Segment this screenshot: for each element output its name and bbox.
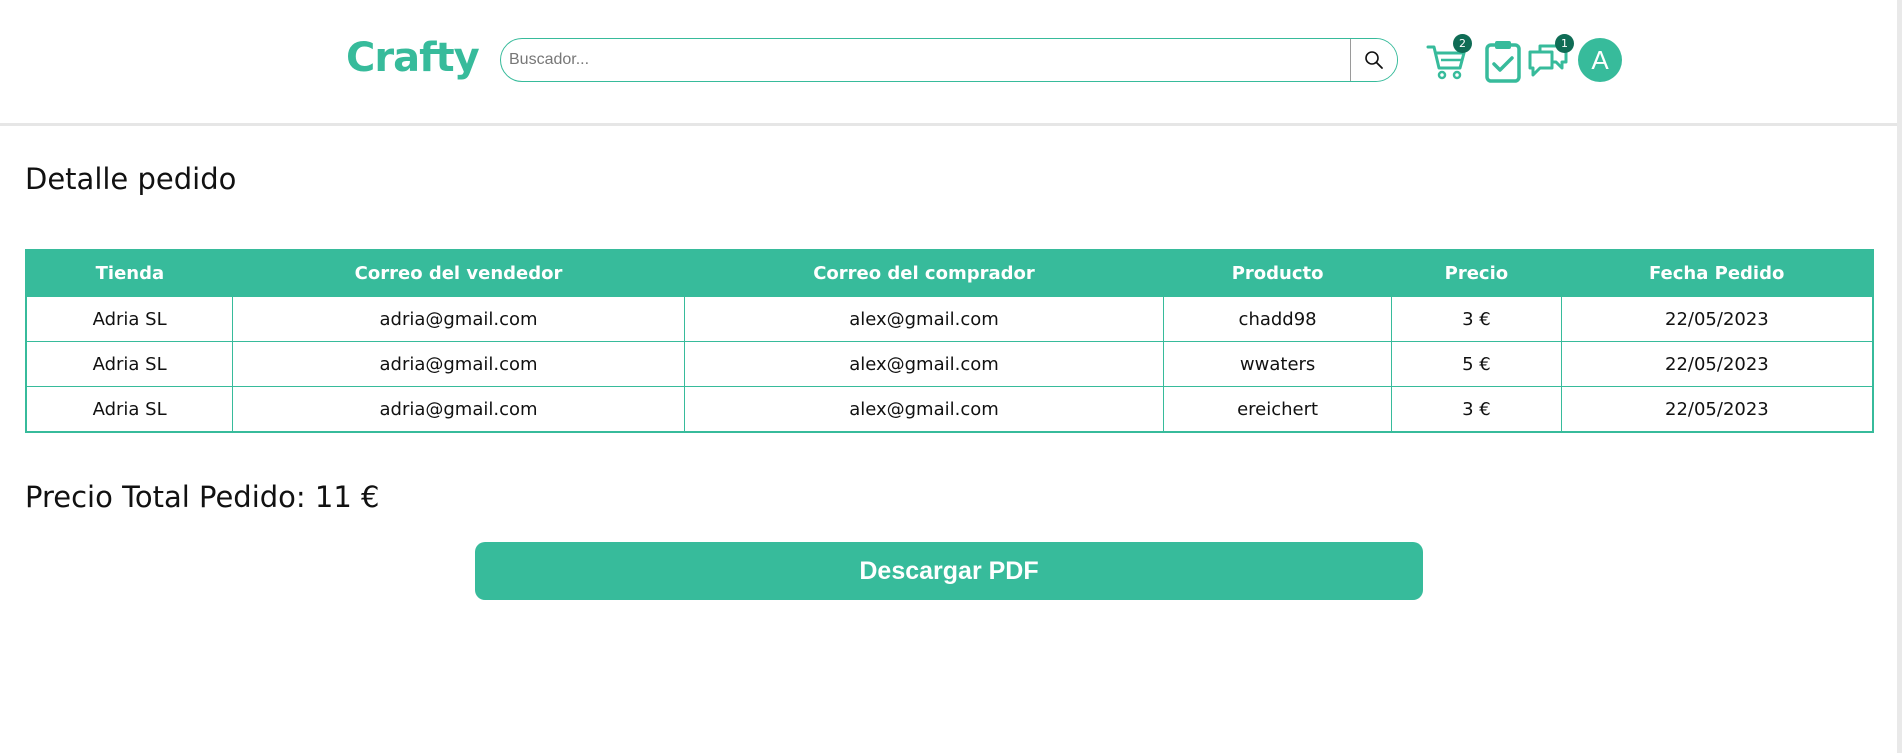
column-header-producto: Producto xyxy=(1163,250,1392,297)
cart-badge: 2 xyxy=(1453,34,1472,53)
page-scrollbar[interactable] xyxy=(1897,0,1902,753)
cell-fecha: 22/05/2023 xyxy=(1560,341,1874,387)
cell-correo-comprador: alex@gmail.com xyxy=(683,296,1165,342)
cell-correo-vendedor: adria@gmail.com xyxy=(232,386,685,433)
cell-producto: chadd98 xyxy=(1163,296,1392,342)
search-bar xyxy=(500,38,1398,82)
search-icon xyxy=(1365,51,1383,69)
table-row: Adria SL adria@gmail.com alex@gmail.com … xyxy=(25,341,1874,387)
page-title: Detalle pedido xyxy=(25,162,237,196)
cart-button[interactable]: 2 xyxy=(1424,34,1472,84)
logo-text: Crafty xyxy=(346,35,480,81)
cell-correo-comprador: alex@gmail.com xyxy=(683,341,1165,387)
search-button[interactable] xyxy=(1350,39,1397,81)
column-header-precio: Precio xyxy=(1391,250,1562,297)
table-row: Adria SL adria@gmail.com alex@gmail.com … xyxy=(25,296,1874,342)
cell-fecha: 22/05/2023 xyxy=(1560,296,1874,342)
cell-tienda: Adria SL xyxy=(25,386,234,433)
messages-badge: 1 xyxy=(1555,34,1574,53)
search-input[interactable] xyxy=(501,39,1350,81)
cell-tienda: Adria SL xyxy=(25,341,234,387)
clipboard-check-icon xyxy=(1485,41,1521,83)
crafty-logo[interactable]: Crafty xyxy=(346,33,480,83)
table-row: Adria SL adria@gmail.com alex@gmail.com … xyxy=(25,386,1874,433)
cell-correo-comprador: alex@gmail.com xyxy=(683,386,1165,433)
orders-button[interactable] xyxy=(1480,38,1526,84)
cell-producto: ereichert xyxy=(1163,386,1392,433)
column-header-correo-vendedor: Correo del vendedor xyxy=(232,250,685,297)
download-pdf-button[interactable]: Descargar PDF xyxy=(475,542,1423,600)
cell-fecha: 22/05/2023 xyxy=(1560,386,1874,433)
order-total: Precio Total Pedido: 11 € xyxy=(25,480,380,514)
order-detail-table: Tienda Correo del vendedor Correo del co… xyxy=(25,249,1874,433)
cell-correo-vendedor: adria@gmail.com xyxy=(232,341,685,387)
cell-precio: 3 € xyxy=(1390,386,1562,433)
column-header-fecha-pedido: Fecha Pedido xyxy=(1561,250,1873,297)
table-header-row: Tienda Correo del vendedor Correo del co… xyxy=(26,250,1873,297)
avatar[interactable]: A xyxy=(1578,38,1622,82)
cell-producto: wwaters xyxy=(1163,341,1392,387)
cell-precio: 3 € xyxy=(1390,296,1562,342)
cell-correo-vendedor: adria@gmail.com xyxy=(232,296,685,342)
cell-precio: 5 € xyxy=(1390,341,1562,387)
column-header-tienda: Tienda xyxy=(26,250,233,297)
column-header-correo-comprador: Correo del comprador xyxy=(684,250,1164,297)
top-header: Crafty 2 1 A xyxy=(0,0,1897,126)
cell-tienda: Adria SL xyxy=(25,296,234,342)
messages-button[interactable]: 1 xyxy=(1526,34,1574,84)
